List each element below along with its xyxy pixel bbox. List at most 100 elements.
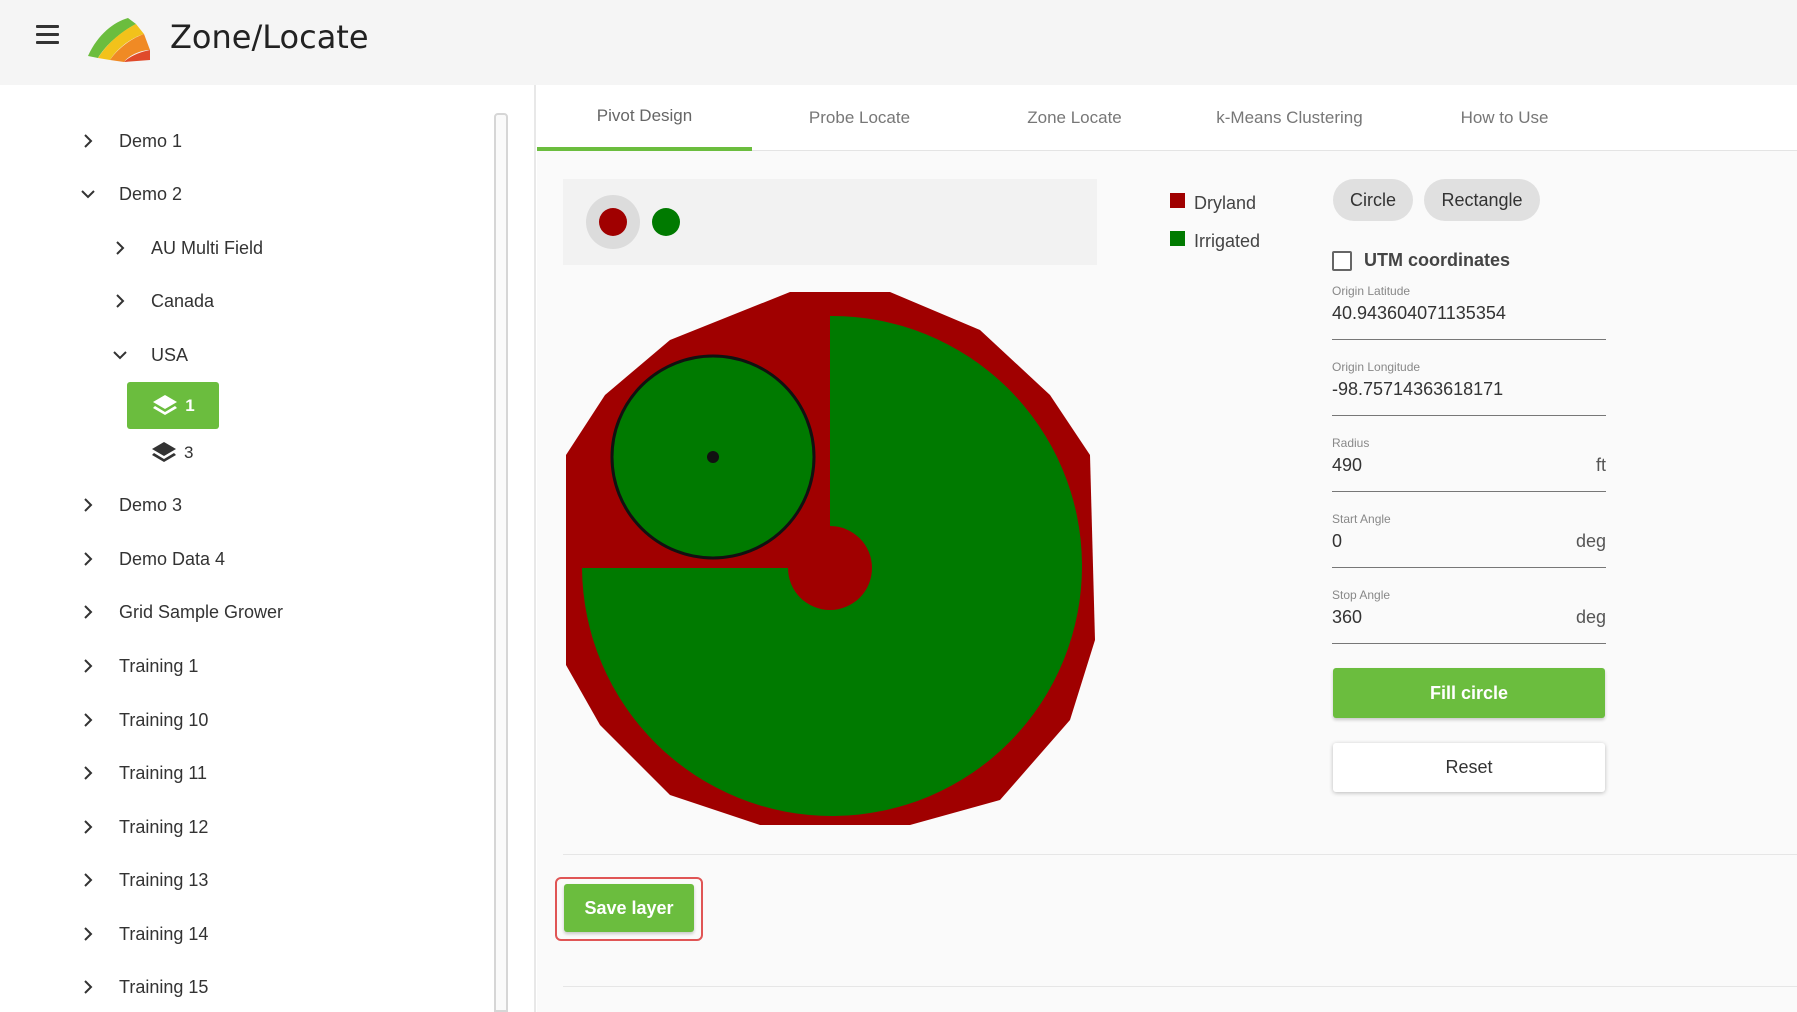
tab-k-means-clustering[interactable]: k-Means Clustering [1182, 85, 1397, 151]
chevron-right-icon [107, 235, 133, 261]
tree-item-usa[interactable]: USA [107, 335, 188, 375]
legend-item-dryland: Dryland [1170, 184, 1260, 222]
field-label: Start Angle [1332, 512, 1391, 526]
origin-longitude-input[interactable] [1332, 379, 1562, 400]
tree-item-training-1[interactable]: Training 1 [75, 646, 198, 686]
chevron-right-icon [75, 653, 101, 679]
tree-item-training-15[interactable]: Training 15 [75, 967, 208, 1007]
chevron-right-icon [75, 814, 101, 840]
legend-item-irrigated: Irrigated [1170, 222, 1260, 260]
tree-item-label: Grid Sample Grower [119, 601, 284, 622]
chevron-right-icon [75, 760, 101, 786]
tree-item-training-12[interactable]: Training 12 [75, 807, 208, 847]
chevron-right-icon [75, 867, 101, 893]
tree-item-demo-data-4[interactable]: Demo Data 4 [75, 539, 225, 579]
circle-shape-button[interactable]: Circle [1333, 179, 1413, 221]
checkbox-icon[interactable] [1332, 250, 1352, 271]
sidebar-scrollbar[interactable] [494, 113, 508, 1012]
layer-item-3[interactable]: 3 [150, 440, 193, 466]
divider [563, 986, 1797, 987]
layer-label: 1 [185, 395, 195, 415]
zone-color-picker [563, 179, 1097, 265]
layer-label: 3 [184, 443, 194, 462]
app-title: Zone/Locate [170, 18, 369, 56]
chevron-right-icon [75, 128, 101, 154]
tree-item-demo-1[interactable]: Demo 1 [75, 121, 182, 161]
tree-item-training-11[interactable]: Training 11 [75, 753, 207, 793]
tree-item-label: Training 15 [119, 976, 209, 997]
utm-label: UTM coordinates [1364, 250, 1511, 270]
tree-item-au-multi-field[interactable]: AU Multi Field [107, 228, 263, 268]
tab-how-to-use[interactable]: How to Use [1397, 85, 1612, 151]
divider [563, 854, 1797, 855]
chevron-right-icon [107, 288, 133, 314]
tree-item-training-10[interactable]: Training 10 [75, 700, 208, 740]
utm-coordinates-checkbox[interactable]: UTM coordinates [1332, 250, 1510, 271]
chevron-right-icon [75, 974, 101, 1000]
hamburger-menu-icon[interactable] [33, 25, 63, 49]
tree-item-label: Training 12 [119, 816, 209, 837]
tree-item-label: Demo 1 [119, 130, 183, 151]
save-layer-button[interactable]: Save layer [564, 884, 694, 932]
tree-item-label: Canada [151, 290, 215, 311]
fill-circle-button[interactable]: Fill circle [1333, 668, 1605, 718]
pivot-canvas[interactable] [560, 290, 1100, 830]
zone-legend: Dryland Irrigated [1170, 184, 1260, 260]
tree-item-label: Demo 2 [119, 183, 183, 204]
panel-divider [534, 85, 536, 1012]
tree-item-canada[interactable]: Canada [107, 281, 214, 321]
tab-bar: Pivot Design Probe Locate Zone Locate k-… [537, 85, 1797, 151]
tree-item-label: Training 11 [119, 762, 208, 783]
chevron-down-icon [75, 181, 101, 207]
sub-circle-center-dot [707, 451, 719, 463]
chevron-down-icon [107, 342, 133, 368]
tab-pivot-design[interactable]: Pivot Design [537, 85, 752, 151]
tree-item-training-13[interactable]: Training 13 [75, 860, 208, 900]
field-label: Origin Longitude [1332, 360, 1421, 374]
color-swatch-irrigated[interactable] [639, 195, 693, 249]
color-swatch-dryland[interactable] [586, 195, 640, 249]
tree-item-label: Training 1 [119, 655, 199, 676]
legend-label: Dryland [1194, 192, 1257, 213]
start-angle-input[interactable] [1332, 531, 1562, 552]
tree-item-demo-3[interactable]: Demo 3 [75, 485, 182, 525]
tab-zone-locate[interactable]: Zone Locate [967, 85, 1182, 151]
chevron-right-icon [75, 492, 101, 518]
pivot-center [788, 526, 872, 610]
chevron-right-icon [75, 707, 101, 733]
tree-item-demo-2[interactable]: Demo 2 [75, 174, 182, 214]
stop-angle-input[interactable] [1332, 607, 1562, 628]
chevron-right-icon [75, 546, 101, 572]
origin-latitude-field: Origin Latitude [1332, 284, 1606, 340]
tree-item-label: Demo 3 [119, 494, 183, 515]
start-angle-field: Start Angle deg [1332, 512, 1606, 568]
field-label: Stop Angle [1332, 588, 1391, 602]
tree-item-label: Demo Data 4 [119, 548, 226, 569]
stop-angle-field: Stop Angle deg [1332, 588, 1606, 644]
tree-item-label: USA [151, 344, 189, 365]
unit-label: ft [1595, 455, 1606, 475]
chevron-right-icon [75, 599, 101, 625]
field-label: Radius [1332, 436, 1370, 450]
layer-item-1-selected[interactable]: 1 [127, 382, 219, 429]
legend-label: Irrigated [1194, 230, 1261, 251]
tree-item-label: Training 10 [119, 709, 209, 730]
origin-longitude-field: Origin Longitude [1332, 360, 1606, 416]
field-label: Origin Latitude [1332, 284, 1411, 298]
unit-label: deg [1575, 531, 1606, 551]
tree-item-label: Training 13 [119, 869, 209, 890]
radius-input[interactable] [1332, 455, 1562, 476]
layers-icon [152, 442, 176, 462]
tree-item-training-14[interactable]: Training 14 [75, 914, 208, 954]
tree-item-label: Training 14 [119, 923, 209, 944]
reset-button[interactable]: Reset [1333, 743, 1605, 792]
tab-probe-locate[interactable]: Probe Locate [752, 85, 967, 151]
unit-label: deg [1575, 607, 1606, 627]
zone-locate-logo-icon [88, 18, 150, 62]
tree-item-grid-sample-grower[interactable]: Grid Sample Grower [75, 592, 283, 632]
rectangle-shape-button[interactable]: Rectangle [1424, 179, 1540, 221]
app-header: Zone/Locate [0, 0, 1797, 85]
origin-latitude-input[interactable] [1332, 303, 1562, 324]
chevron-right-icon [75, 921, 101, 947]
radius-field: Radius ft [1332, 436, 1606, 492]
